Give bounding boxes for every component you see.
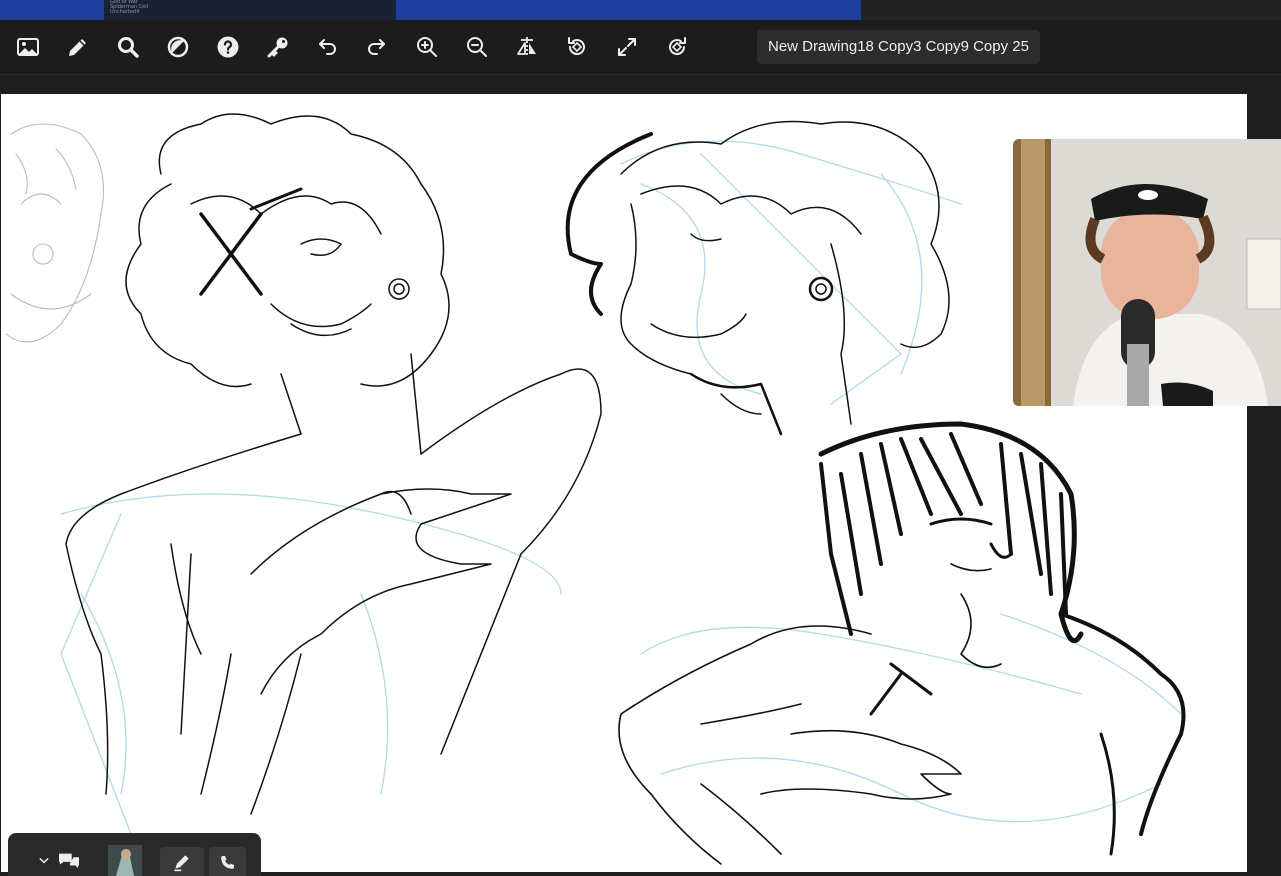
call-controls xyxy=(8,833,261,876)
help-icon[interactable] xyxy=(213,32,243,62)
zoom-in-icon[interactable] xyxy=(412,32,442,62)
rotate-left-icon[interactable] xyxy=(562,32,592,62)
undo-icon[interactable] xyxy=(312,32,342,62)
phone-icon[interactable] xyxy=(209,847,246,876)
background-window-strip: God of War Spiderman Cell Uncharted4 xyxy=(0,0,1281,20)
redo-icon[interactable] xyxy=(362,32,392,62)
fullscreen-icon[interactable] xyxy=(612,32,642,62)
chevron-down-icon[interactable] xyxy=(36,853,52,869)
pencil-icon[interactable] xyxy=(63,32,93,62)
image-icon[interactable] xyxy=(13,32,43,62)
background-row: Uncharted4 xyxy=(110,9,140,15)
key-icon[interactable] xyxy=(263,32,293,62)
webcam-video xyxy=(1013,139,1281,406)
avatar[interactable] xyxy=(108,845,142,876)
workspace-edge xyxy=(1247,406,1281,876)
color-icon[interactable] xyxy=(163,32,193,62)
webcam-overlay xyxy=(1013,139,1281,406)
background-stats-panel: God of War Spiderman Cell Uncharted4 xyxy=(104,0,396,20)
toolbar: New Drawing18 Copy3 Copy9 Copy 25 xyxy=(0,20,1281,75)
document-title[interactable]: New Drawing18 Copy3 Copy9 Copy 25 xyxy=(757,30,1040,64)
flip-icon[interactable] xyxy=(512,32,542,62)
draw-icon[interactable] xyxy=(160,847,204,876)
chat-icon[interactable] xyxy=(56,849,82,871)
zoom-out-icon[interactable] xyxy=(462,32,492,62)
search-icon[interactable] xyxy=(113,32,143,62)
rotate-right-icon[interactable] xyxy=(662,32,692,62)
